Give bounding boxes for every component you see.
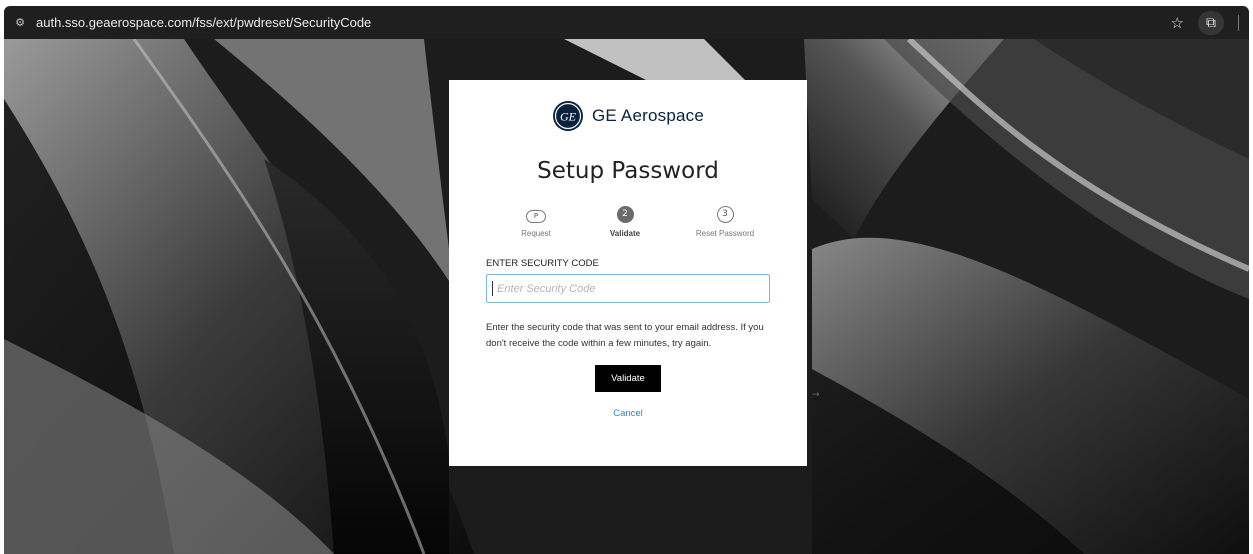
security-code-label: ENTER SECURITY CODE: [486, 258, 599, 269]
step-validate-indicator: 2: [616, 206, 634, 223]
security-code-input[interactable]: [486, 274, 770, 303]
svg-text:GE: GE: [560, 110, 577, 124]
step-reset-password: 3 Reset Password: [685, 206, 765, 238]
setup-password-card: GE GE Aerospace Setup Password P Request…: [449, 80, 807, 466]
page-title: Setup Password: [537, 158, 719, 184]
tune-icon[interactable]: ⚙: [12, 15, 28, 31]
step-request-indicator: P: [526, 210, 546, 223]
url-text[interactable]: auth.sso.geaerospace.com/fss/ext/pwdrese…: [36, 15, 371, 30]
step-label: Reset Password: [695, 229, 755, 238]
step-label: Validate: [609, 229, 641, 238]
text-cursor: [492, 281, 493, 296]
validate-button[interactable]: Validate: [595, 365, 661, 392]
brand-header: GE GE Aerospace: [449, 100, 807, 132]
bookmark-star-icon[interactable]: ☆: [1171, 14, 1184, 32]
step-request: P Request: [496, 206, 576, 238]
help-text: Enter the security code that was sent to…: [486, 322, 764, 349]
ge-logo-icon: GE: [552, 101, 583, 131]
extensions-icon[interactable]: ⧉: [1198, 10, 1224, 35]
cancel-link[interactable]: Cancel: [449, 408, 807, 419]
step-validate: 2 Validate: [585, 206, 665, 238]
stray-arrow-glyph: →: [812, 390, 820, 400]
browser-address-bar[interactable]: ⚙ auth.sso.geaerospace.com/fss/ext/pwdre…: [4, 6, 1249, 39]
step-reset-indicator: 3: [716, 206, 734, 223]
brand-name: GE Aerospace: [591, 106, 705, 125]
toolbar-divider: [1238, 14, 1239, 31]
address-bar-actions: ☆ ⧉: [1171, 6, 1239, 39]
step-label: Request: [521, 229, 551, 238]
progress-steps: P Request 2 Validate 3 Reset Password: [509, 206, 759, 246]
